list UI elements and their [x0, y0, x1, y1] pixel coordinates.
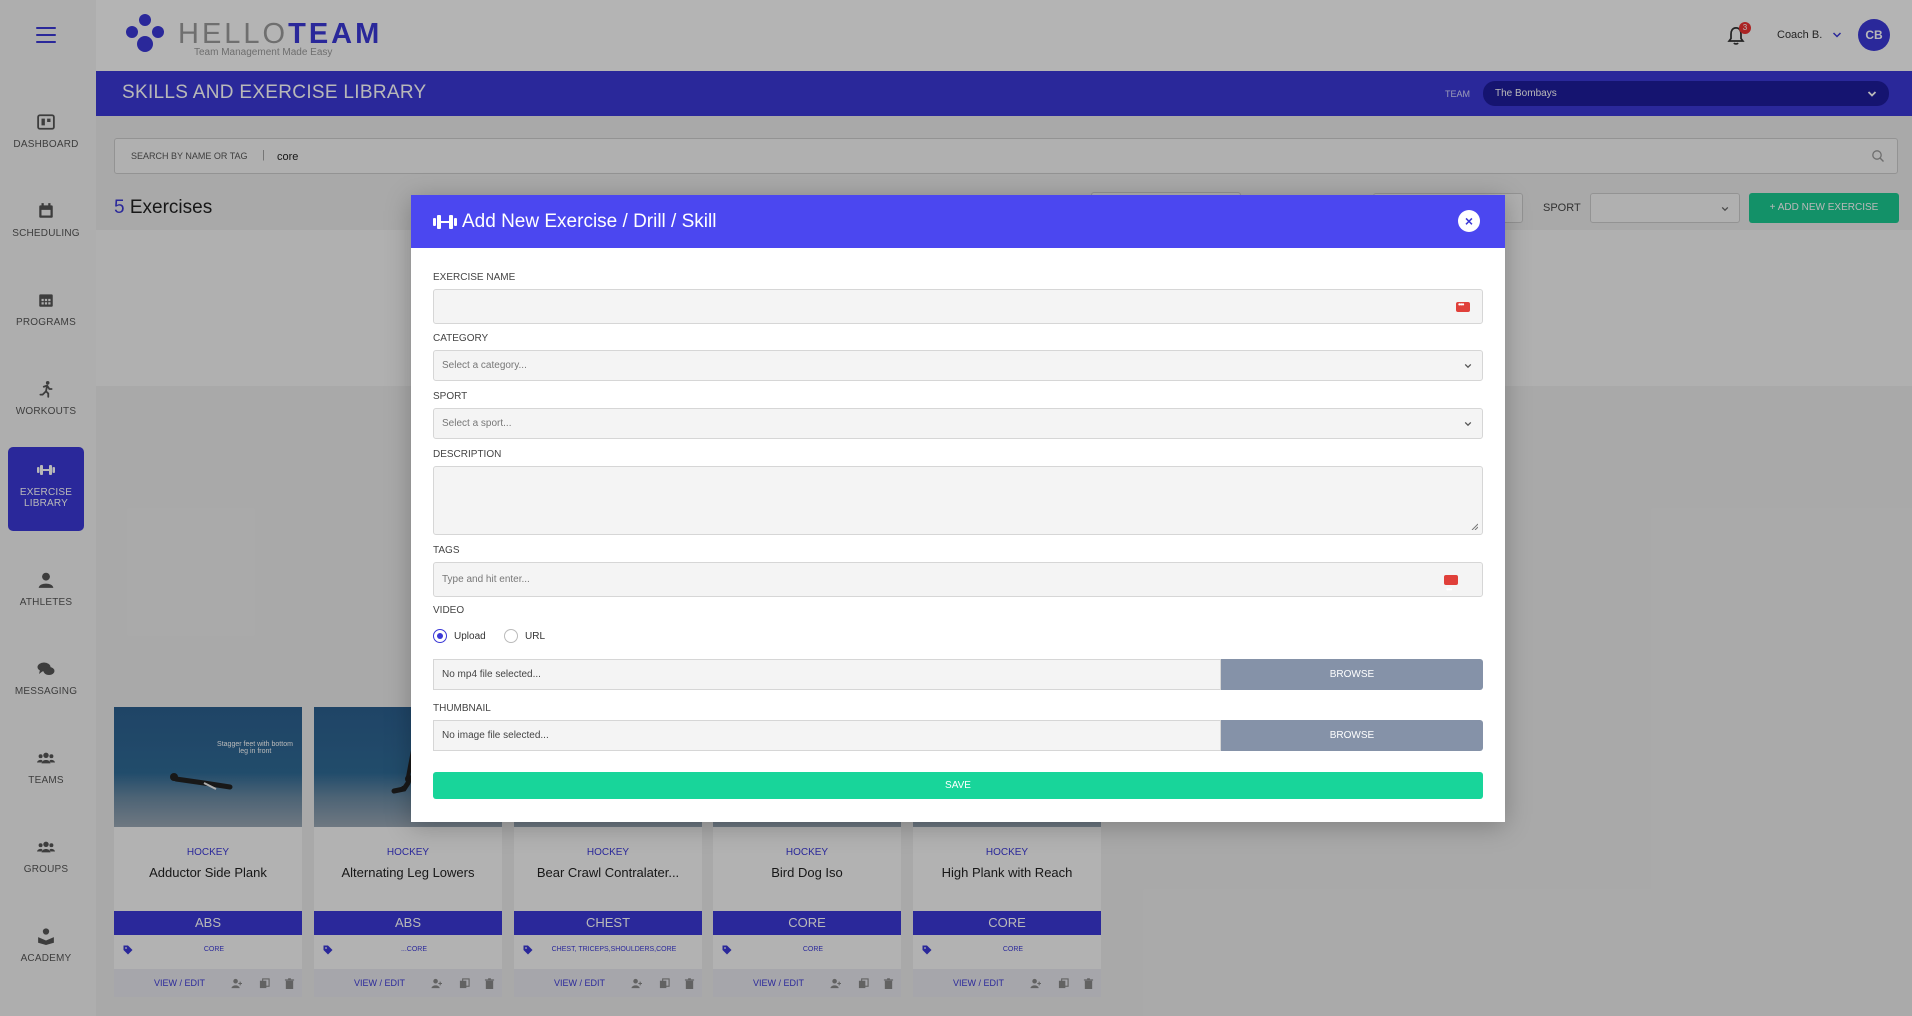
exercise-name-input[interactable] [433, 289, 1483, 324]
video-url-label[interactable]: URL [525, 631, 545, 642]
tags-placeholder: Type and hit enter... [442, 574, 530, 585]
resize-handle-icon[interactable] [1471, 523, 1478, 530]
video-url-radio[interactable] [504, 629, 518, 643]
category-select[interactable]: Select a category... [433, 350, 1483, 381]
video-upload-radio[interactable] [433, 629, 447, 643]
add-exercise-modal: Add New Exercise / Drill / Skill × EXERC… [411, 195, 1505, 822]
video-browse-button[interactable]: BROWSE [1221, 659, 1483, 690]
chevron-down-icon [1464, 363, 1472, 369]
description-label: DESCRIPTION [433, 449, 502, 460]
modal-header: Add New Exercise / Drill / Skill × [411, 195, 1505, 248]
tags-label: TAGS [433, 545, 460, 556]
video-upload-label[interactable]: Upload [454, 631, 486, 642]
tags-input[interactable]: Type and hit enter... [433, 562, 1483, 606]
modal-title: Add New Exercise / Drill / Skill [462, 211, 717, 232]
sport-label: SPORT [433, 391, 468, 402]
close-button[interactable]: × [1458, 210, 1480, 232]
exercise-name-label: EXERCISE NAME [433, 272, 516, 283]
thumbnail-file-field[interactable]: No image file selected... [433, 720, 1221, 751]
dumbbell-icon [433, 215, 457, 229]
sport-select[interactable]: Select a sport... [433, 408, 1483, 439]
thumbnail-file-row: No image file selected... BROWSE [433, 720, 1483, 751]
thumbnail-browse-button[interactable]: BROWSE [1221, 720, 1483, 751]
save-button[interactable]: SAVE [433, 772, 1483, 799]
category-placeholder: Select a category... [442, 360, 527, 371]
thumbnail-label: THUMBNAIL [433, 703, 491, 714]
video-file-field[interactable]: No mp4 file selected... [433, 659, 1221, 690]
video-file-row: No mp4 file selected... BROWSE [433, 659, 1483, 690]
chevron-down-icon [1464, 421, 1472, 427]
password-manager-icon[interactable] [1444, 573, 1458, 606]
category-label: CATEGORY [433, 333, 489, 344]
video-label: VIDEO [433, 605, 465, 616]
password-manager-icon[interactable] [1456, 300, 1470, 312]
description-textarea[interactable] [433, 466, 1483, 535]
sport-placeholder: Select a sport... [442, 418, 512, 429]
